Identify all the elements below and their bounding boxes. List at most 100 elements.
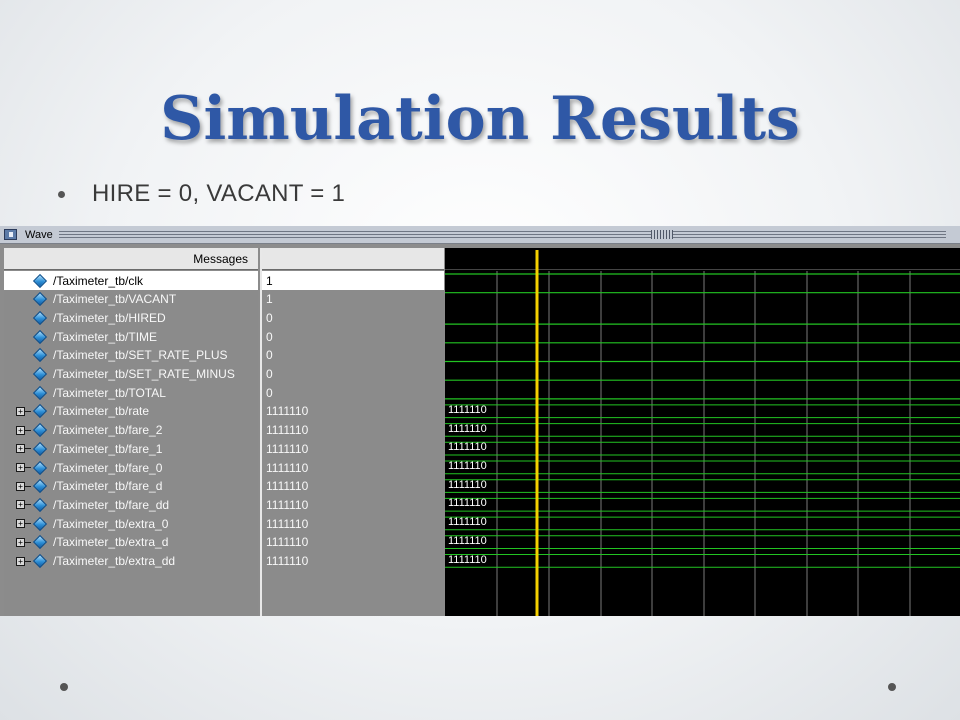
signal-row[interactable]: + /Taximeter_tb/extra_d [4,533,258,552]
signal-row[interactable]: /Taximeter_tb/SET_RATE_MINUS [4,365,258,384]
wave-window-icon[interactable] [4,229,17,240]
bullet-item: HIRE = 0, VACANT = 1 [58,178,345,210]
expand-icon[interactable]: + [16,406,25,416]
signal-value-row[interactable]: 0 [262,365,444,384]
signal-value: 0 [266,329,273,344]
signal-row[interactable]: /Taximeter_tb/SET_RATE_PLUS [4,346,258,365]
signal-diamond-icon [32,310,48,325]
tree-connector [25,560,31,562]
signal-row[interactable]: /Taximeter_tb/VACANT [4,290,258,309]
bus-value-label: 1111110 [448,478,487,491]
signal-name: /Taximeter_tb/extra_d [53,535,169,550]
expand-icon[interactable]: + [16,444,25,454]
signal-value: 0 [266,385,273,400]
signal-name: /Taximeter_tb/extra_dd [53,554,176,568]
signal-row[interactable]: /Taximeter_tb/TIME [4,327,258,346]
signal-name: /Taximeter_tb/VACANT [53,292,177,307]
expand-icon[interactable]: + [16,425,25,435]
signal-row[interactable]: + /Taximeter_tb/fare_0 [4,458,258,477]
drag-handle-icon[interactable] [650,230,673,239]
signal-name: /Taximeter_tb/fare_dd [53,497,170,512]
signal-value: 1111110 [266,423,309,438]
signal-value-row[interactable]: 0 [262,383,444,402]
signal-value-row[interactable]: 1 [262,290,444,309]
bus-value-label: 1111110 [448,460,487,472]
waveform-pane[interactable]: 1111110 1111110 1111110 1111110 1111110 11111… [445,248,960,616]
signal-name: /Taximeter_tb/TIME [53,329,158,344]
signal-value-row[interactable]: 0 [262,308,444,327]
waveform-canvas[interactable] [445,248,960,616]
tree-connector [25,485,31,487]
bus-value-label: 1111110 [448,497,487,510]
expand-icon[interactable]: + [16,537,25,547]
signal-diamond-icon [32,404,48,419]
signal-value-row[interactable]: 1111110 [262,514,444,533]
values-header[interactable] [262,248,444,270]
signal-diamond-icon [32,441,48,456]
expand-icon[interactable]: + [16,463,25,472]
signal-row[interactable]: /Taximeter_tb/HIRED [4,308,258,327]
tree-connector [25,467,31,468]
signal-name: /Taximeter_tb/rate [53,404,150,419]
expand-icon[interactable]: + [16,500,25,510]
signal-value: 1111110 [266,404,309,419]
signal-row[interactable]: + /Taximeter_tb/fare_dd [4,495,258,514]
signal-name: /Taximeter_tb/SET_RATE_MINUS [53,367,235,381]
signal-value-row[interactable]: 1111110 [262,439,444,458]
signal-value: 1111110 [266,554,309,568]
expand-icon[interactable]: + [16,519,25,529]
tree-connector [25,504,31,506]
bus-value-label: 1111110 [448,553,487,566]
signal-value-row[interactable]: 1111110 [262,402,444,421]
signal-row[interactable]: + /Taximeter_tb/fare_2 [4,421,258,440]
signal-value: 0 [266,348,273,363]
bus-value-label: 1111110 [448,516,487,529]
signal-name: /Taximeter_tb/fare_2 [53,423,163,438]
signal-row[interactable]: + /Taximeter_tb/extra_0 [4,514,258,533]
signal-row[interactable]: + /Taximeter_tb/rate [4,402,258,421]
signal-diamond-icon [32,273,48,288]
signal-diamond-icon [32,348,48,363]
signal-value: 0 [266,367,273,381]
signal-value-row[interactable]: 1 [262,271,444,290]
signal-value: 0 [266,310,273,325]
tree-connector [25,448,31,450]
signal-value-row[interactable]: 1111110 [262,477,444,496]
signal-value-row[interactable]: 1111110 [262,495,444,514]
signal-value-row[interactable]: 1111110 [262,533,444,552]
signal-value: 1111110 [266,497,309,512]
signal-value-row[interactable]: 1111110 [262,421,444,440]
bullet-text: HIRE = 0, VACANT = 1 [92,180,346,207]
signal-value: 1111110 [266,479,309,494]
footer-dot-left-icon [60,683,68,691]
signal-value: 1111110 [266,535,309,550]
wave-titlebar[interactable]: Wave [0,226,960,244]
signal-value-row[interactable]: 0 [262,346,444,365]
footer-dot-right-icon [888,683,896,691]
signal-value-row[interactable]: 1111110 [262,552,444,571]
signal-value: 1111110 [266,441,309,456]
signal-row[interactable]: /Taximeter_tb/clk [4,271,258,290]
signal-values-pane: 1 1 0 0 0 0 0 1111110 1111110 1111110 1111110 11111… [260,248,444,616]
signal-name: /Taximeter_tb/HIRED [53,310,166,325]
expand-icon[interactable]: + [16,481,25,491]
signal-diamond-icon [32,460,48,475]
signal-name: /Taximeter_tb/SET_RATE_PLUS [53,348,228,363]
signal-names-pane: Messages /Taximeter_tb/clk/Taximeter_tb/… [4,248,258,616]
signal-diamond-icon [32,329,48,344]
slide-title: Simulation Results [160,84,800,154]
tree-connector [25,429,31,431]
signal-row[interactable]: + /Taximeter_tb/fare_d [4,477,258,496]
signal-row[interactable]: /Taximeter_tb/TOTAL [4,383,258,402]
signal-diamond-icon [32,516,48,531]
messages-header[interactable]: Messages [4,248,258,270]
signal-diamond-icon [32,423,48,438]
expand-icon[interactable]: + [16,556,25,566]
signal-row[interactable]: + /Taximeter_tb/extra_dd [4,552,258,571]
signal-value-row[interactable]: 0 [262,327,444,346]
signal-value: 1 [266,292,273,307]
bus-value-label: 1111110 [448,403,487,416]
signal-row[interactable]: + /Taximeter_tb/fare_1 [4,439,258,458]
signal-value-row[interactable]: 1111110 [262,458,444,477]
titlebar-grip[interactable] [58,230,946,239]
